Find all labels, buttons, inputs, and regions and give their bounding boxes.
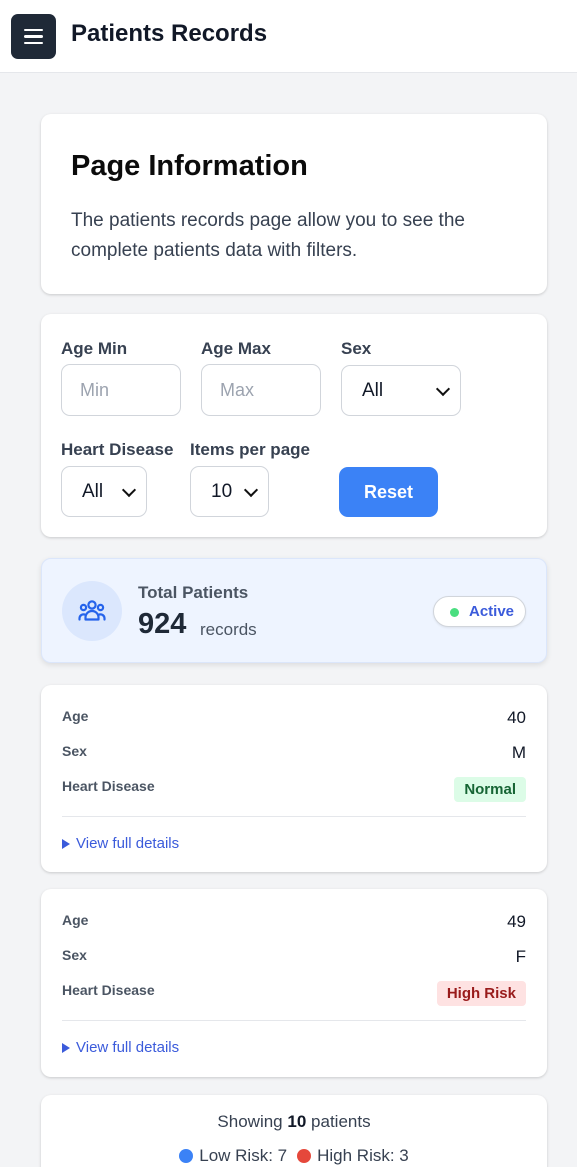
divider [62, 1020, 526, 1021]
view-details-link[interactable]: View full details [62, 1039, 179, 1056]
total-patients-count: 924 [138, 608, 187, 640]
status-dot [450, 608, 459, 617]
age-label: Age [62, 708, 89, 724]
heart-disease-select-value: All [82, 480, 104, 502]
top-bar: Patients Records [0, 0, 577, 73]
total-patients-card: Total Patients 924 records Active [41, 558, 547, 663]
patient-card: Age 49 Sex F Heart Disease High Risk Vie… [41, 889, 547, 1077]
risk-summary: Low Risk: 7 High Risk: 3 [41, 1146, 547, 1166]
chevron-down-icon [435, 381, 451, 397]
hamburger-menu-icon[interactable] [11, 14, 56, 59]
age-value: 49 [507, 912, 526, 931]
items-per-page-select[interactable]: 10 [190, 466, 269, 517]
status-badge: Active [433, 596, 526, 627]
view-details-label: View full details [76, 835, 180, 852]
heart-disease-label: Heart Disease [62, 778, 155, 794]
age-value: 40 [507, 708, 526, 727]
status-text: Active [469, 603, 515, 620]
heart-disease-select[interactable]: All [61, 466, 147, 517]
chevron-down-icon [243, 482, 259, 498]
reset-button[interactable]: Reset [339, 467, 438, 517]
age-label: Age [62, 912, 89, 928]
triangle-right-icon [62, 1042, 70, 1053]
users-icon [62, 581, 122, 641]
heart-disease-label: Heart Disease [62, 982, 155, 998]
chevron-down-icon [121, 482, 137, 498]
divider [62, 816, 526, 817]
patient-card: Age 40 Sex M Heart Disease Normal View f… [41, 685, 547, 872]
heart-disease-badge: Normal [454, 777, 526, 802]
items-per-page-value: 10 [211, 480, 233, 502]
info-text: The patients records page allow you to s… [71, 210, 465, 261]
total-patients-label: Total Patients [138, 583, 249, 602]
heart-disease-badge: High Risk [436, 981, 526, 1006]
summary-card: Showing 10 patients Low Risk: 7 High Ris… [41, 1095, 547, 1167]
showing-count: 10 [287, 1112, 307, 1131]
info-title: Page Information [71, 150, 308, 182]
page-title: Patients Records [71, 20, 268, 47]
sex-label: Sex [341, 339, 372, 358]
age-max-label: Age Max [201, 339, 271, 358]
page-information-card: Page Information The patients records pa… [41, 114, 547, 294]
sex-value: M [511, 743, 526, 762]
filters-card: Age Min Min Age Max Max Sex All Heart Di… [41, 314, 547, 537]
sex-label: Sex [62, 947, 87, 963]
age-min-input[interactable]: Min [61, 364, 181, 416]
showing-prefix: Showing [217, 1112, 283, 1131]
sex-select[interactable]: All [341, 365, 461, 416]
sex-value: F [515, 947, 526, 966]
showing-suffix: patients [311, 1112, 371, 1131]
view-details-link[interactable]: View full details [62, 835, 179, 852]
total-patients-unit: records [200, 620, 257, 639]
view-details-label: View full details [76, 1039, 180, 1056]
age-min-label: Age Min [61, 339, 128, 358]
items-per-page-label: Items per page [190, 440, 310, 459]
age-max-input[interactable]: Max [201, 364, 321, 416]
sex-label: Sex [62, 743, 87, 759]
high-risk-count: High Risk: 3 [317, 1146, 409, 1165]
low-risk-count: Low Risk: 7 [199, 1146, 288, 1165]
heart-disease-label: Heart Disease [61, 440, 174, 459]
sex-select-value: All [362, 379, 384, 401]
triangle-right-icon [62, 838, 70, 849]
showing-summary: Showing 10 patients [41, 1112, 547, 1132]
high-risk-dot-icon [297, 1149, 312, 1163]
low-risk-dot-icon [179, 1149, 194, 1163]
